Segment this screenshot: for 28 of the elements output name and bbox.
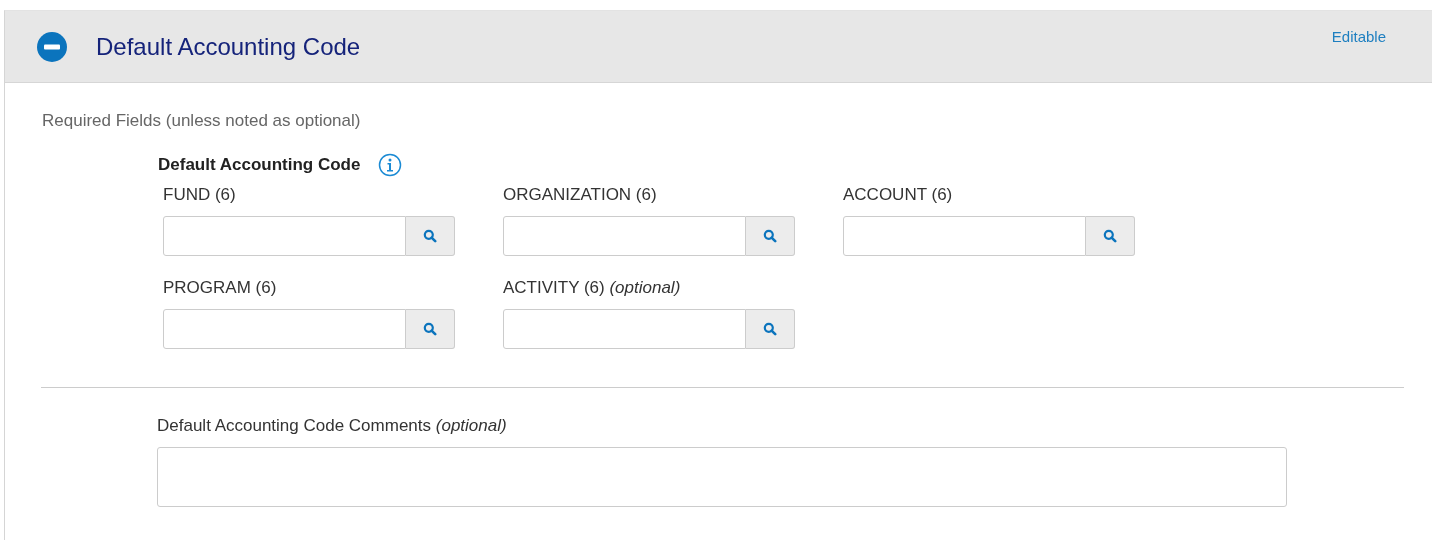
search-button[interactable] xyxy=(406,216,455,256)
search-button[interactable] xyxy=(746,216,795,256)
code-input[interactable] xyxy=(163,309,406,349)
search-button[interactable] xyxy=(746,309,795,349)
collapse-icon[interactable] xyxy=(36,30,68,63)
search-icon xyxy=(763,229,777,243)
field-label: ORGANIZATION (6) xyxy=(503,185,658,206)
search-button[interactable] xyxy=(1086,216,1135,256)
code-input[interactable] xyxy=(503,216,746,256)
code-input[interactable] xyxy=(163,216,406,256)
group-title: Default Accounting Code xyxy=(158,155,361,175)
section-title: Default Accounting Code xyxy=(96,32,361,61)
search-icon xyxy=(1103,229,1117,243)
info-icon[interactable] xyxy=(378,153,403,177)
field-label: PROGRAM (6) xyxy=(163,278,278,299)
search-icon xyxy=(423,229,437,243)
field-label: ACTIVITY (6) (optional) xyxy=(503,278,682,299)
status-link[interactable]: Editable xyxy=(1331,28,1386,45)
search-button[interactable] xyxy=(406,309,455,349)
search-icon xyxy=(423,322,437,336)
comments-label: Default Accounting Code Comments (optional) xyxy=(157,416,508,436)
field-label: ACCOUNT (6) xyxy=(843,185,954,206)
code-input[interactable] xyxy=(843,216,1086,256)
required-note: Required Fields (unless noted as optional) xyxy=(42,111,362,131)
search-icon xyxy=(763,322,777,336)
code-input[interactable] xyxy=(503,309,746,349)
field-label: FUND (6) xyxy=(163,185,237,206)
comments-field[interactable] xyxy=(157,447,1287,507)
